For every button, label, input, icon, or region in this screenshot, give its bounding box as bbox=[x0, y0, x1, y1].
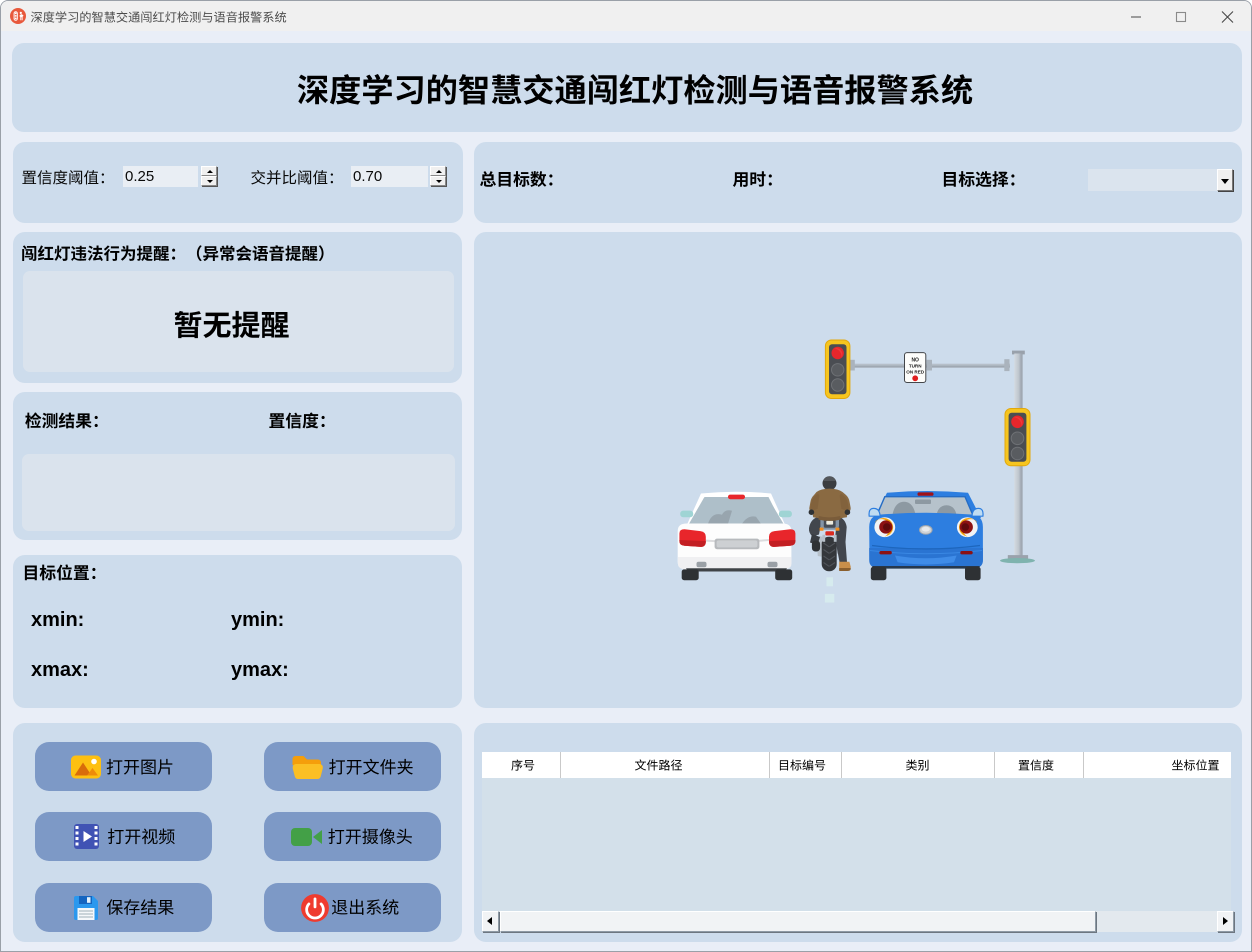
svg-text:TURN: TURN bbox=[909, 364, 922, 369]
svg-text:ON RED: ON RED bbox=[906, 370, 925, 375]
